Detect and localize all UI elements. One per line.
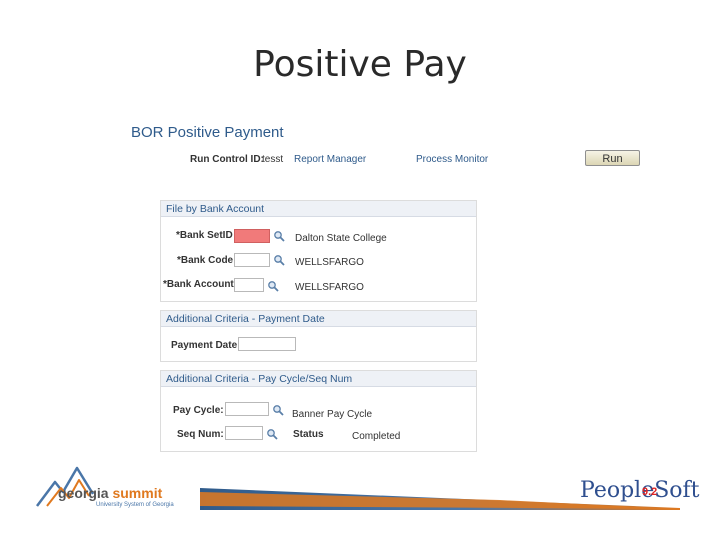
bank-code-desc: WELLSFARGO bbox=[295, 257, 364, 268]
payment-date-group: Additional Criteria - Payment Date bbox=[160, 310, 477, 362]
magnifier-icon[interactable] bbox=[267, 280, 279, 292]
magnifier-icon[interactable] bbox=[273, 254, 285, 266]
run-control-value: tesst bbox=[262, 154, 284, 165]
seq-num-label: Seq Num: bbox=[177, 429, 224, 440]
pay-cycle-input[interactable] bbox=[225, 402, 269, 416]
payment-date-label: Payment Date bbox=[171, 340, 238, 351]
run-control-label: Run Control ID: bbox=[190, 154, 264, 165]
payment-date-input[interactable] bbox=[238, 337, 296, 351]
bank-code-input[interactable] bbox=[234, 253, 270, 267]
status-label: Status bbox=[293, 429, 324, 440]
bank-setid-desc: Dalton State College bbox=[295, 233, 387, 244]
peoplesoft-version: 9.2 bbox=[642, 486, 658, 498]
pay-cycle-desc: Banner Pay Cycle bbox=[292, 409, 373, 420]
brand-name: georgia summit bbox=[58, 485, 162, 501]
brand-part1: georgia bbox=[58, 485, 109, 501]
process-monitor-link[interactable]: Process Monitor bbox=[416, 154, 488, 165]
brand-subtitle: University System of Georgia bbox=[96, 502, 174, 508]
peoplesoft-logo: PeopleSoft bbox=[580, 478, 700, 503]
payment-date-group-header: Additional Criteria - Payment Date bbox=[161, 311, 476, 327]
magnifier-icon[interactable] bbox=[266, 428, 278, 440]
slide-title: Positive Pay bbox=[253, 44, 467, 85]
bank-account-desc: WELLSFARGO bbox=[295, 282, 364, 293]
status-value: Completed bbox=[352, 431, 401, 442]
pay-cycle-group-header: Additional Criteria - Pay Cycle/Seq Num bbox=[161, 371, 476, 387]
magnifier-icon[interactable] bbox=[273, 230, 285, 242]
pay-cycle-label: Pay Cycle: bbox=[173, 405, 224, 416]
bank-account-label: *Bank Account bbox=[163, 279, 234, 290]
bank-setid-label: *Bank SetID bbox=[176, 230, 233, 241]
bank-account-input[interactable] bbox=[234, 278, 264, 292]
brand-part2: summit bbox=[112, 485, 163, 501]
seq-num-input[interactable] bbox=[225, 426, 263, 440]
bank-setid-input[interactable] bbox=[234, 229, 270, 243]
bank-code-label: *Bank Code bbox=[177, 255, 234, 266]
bank-group-header: File by Bank Account bbox=[161, 201, 476, 217]
report-manager-link[interactable]: Report Manager bbox=[294, 154, 366, 165]
page-heading: BOR Positive Payment bbox=[131, 124, 284, 141]
magnifier-icon[interactable] bbox=[272, 404, 284, 416]
run-button[interactable]: Run bbox=[585, 150, 640, 166]
